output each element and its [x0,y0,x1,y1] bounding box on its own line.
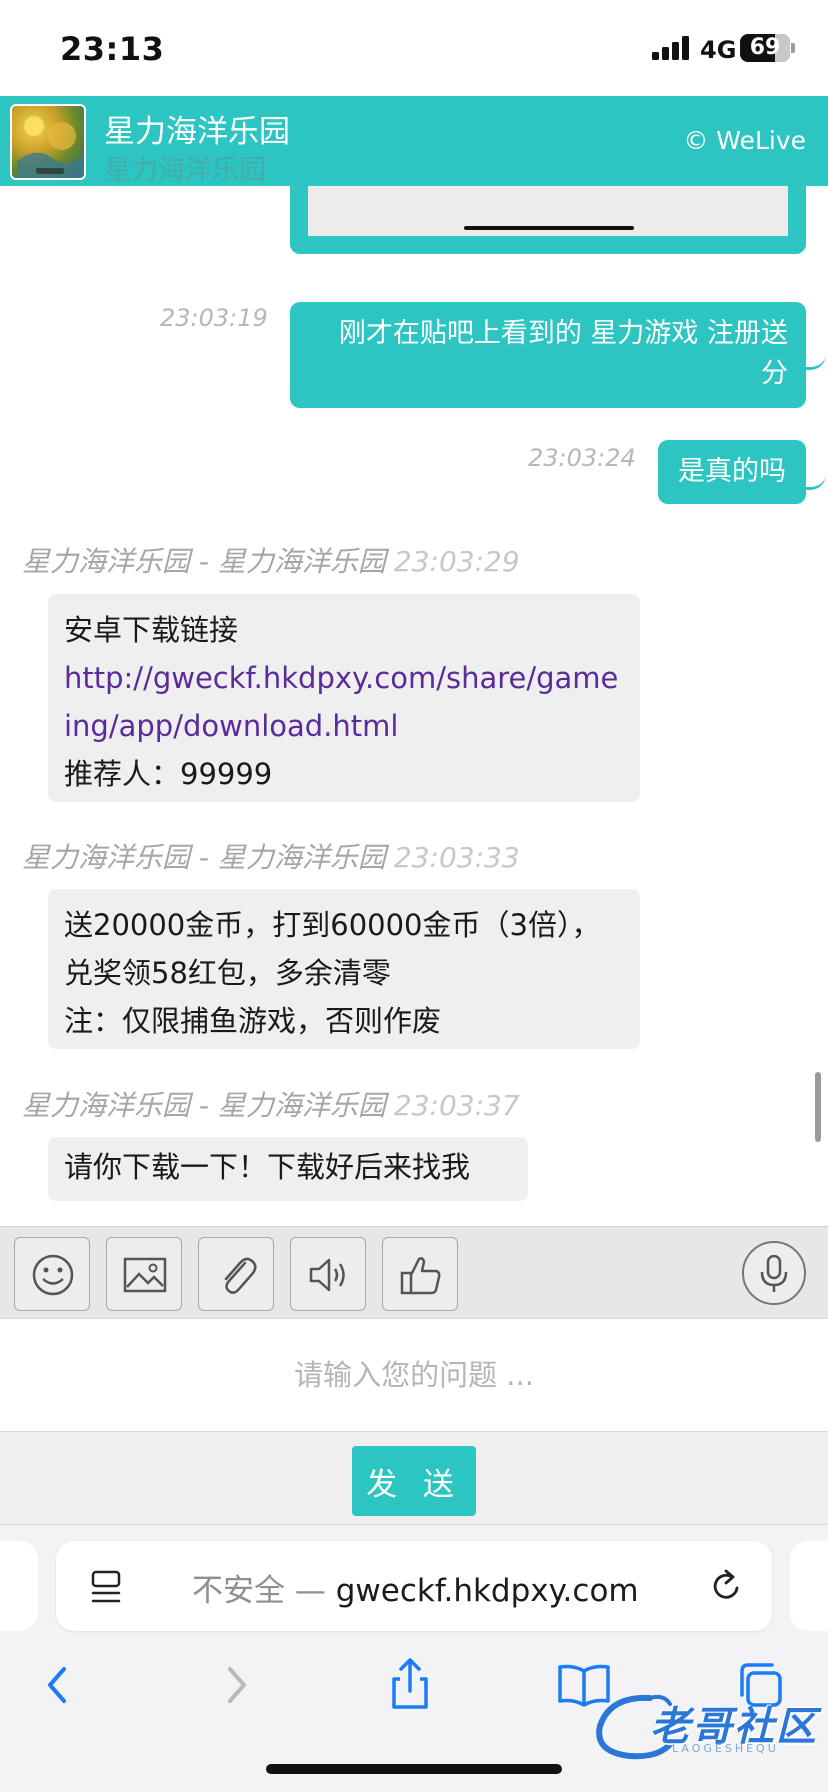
network-type: 4G [700,36,737,64]
chat-subtitle: 星力海洋乐园 [104,155,266,186]
sender-name: 星力海洋乐园 - 星力海洋乐园 [22,545,386,578]
previous-tab-preview[interactable] [0,1541,38,1631]
sender-meta: 星力海洋乐园 - 星力海洋乐园 23:03:29 [22,540,520,580]
sound-button[interactable] [290,1237,366,1311]
like-button[interactable] [382,1237,458,1311]
sent-message-bubble[interactable]: 刚才在贴吧上看到的 星力游戏 注册送分 [290,302,806,408]
message-line: 注：仅限捕鱼游戏，否则作废 [64,1004,442,1038]
download-link[interactable]: http://gweckf.hkdpxy.com/share/gameing/a… [64,654,624,750]
message-line: 请你下载一下！下载好后来找我 [64,1150,471,1184]
address-text[interactable]: 不安全 — gweckf.hkdpxy.com [192,1565,639,1610]
forward-icon[interactable] [206,1655,266,1715]
microphone-icon [760,1255,788,1292]
share-icon[interactable] [380,1655,440,1715]
emoji-button[interactable] [14,1237,90,1311]
message-input-area[interactable] [0,1318,828,1432]
address-bar[interactable]: 不安全 — gweckf.hkdpxy.com [56,1541,772,1631]
received-message-bubble[interactable]: 请你下载一下！下载好后来找我 [48,1137,528,1201]
brand-label[interactable]: © WeLive [683,126,806,155]
message-line: 推荐人：99999 [64,757,273,791]
smiley-icon [32,1254,74,1296]
voice-button[interactable] [742,1241,806,1305]
send-button[interactable]: 发 送 [352,1446,476,1516]
image-message-bar [464,226,634,230]
page-menu-icon[interactable] [90,1569,122,1605]
watermark-logo: 老哥社区 LAOGESHEQU [590,1690,820,1766]
message-input[interactable] [0,1319,828,1431]
status-bar: 23:13 4G 69 [0,0,828,96]
next-tab-preview[interactable] [790,1541,828,1631]
scroll-indicator[interactable] [815,1072,821,1142]
received-message-bubble[interactable]: 安卓下载链接 http://gweckf.hkdpxy.com/share/ga… [48,594,640,802]
sent-message-text: 是真的吗 [678,456,786,487]
message-timestamp: 23:03:29 [393,545,520,578]
send-row: 发 送 [0,1432,828,1524]
sender-name: 星力海洋乐园 - 星力海洋乐园 [22,1089,386,1122]
message-list[interactable]: 23:03:19 刚才在贴吧上看到的 星力游戏 注册送分 23:03:24 是真… [0,186,828,1226]
insecure-label: 不安全 — [192,1573,326,1609]
chat-toolbar [0,1226,828,1318]
back-icon[interactable] [28,1655,88,1715]
reload-icon[interactable] [708,1567,744,1605]
message-timestamp: 23:03:37 [393,1089,520,1122]
game-avatar-icon [10,104,86,180]
message-timestamp: 23:03:33 [393,841,520,874]
status-time: 23:13 [60,30,165,68]
speaker-icon [309,1258,345,1292]
paperclip-icon [224,1257,257,1294]
attach-button[interactable] [198,1237,274,1311]
bubble-tail [806,354,826,370]
image-message-bubble[interactable] [290,186,806,254]
domain-label: gweckf.hkdpxy.com [335,1573,639,1609]
home-indicator[interactable] [266,1764,562,1774]
battery-percent: 69 [749,35,781,60]
message-line: 安卓下载链接 [64,613,239,647]
thumbs-up-icon [400,1257,441,1295]
image-message-content[interactable] [308,186,788,236]
watermark-subtext: LAOGESHEQU [672,1742,779,1755]
chat-header: 星力海洋乐园 星力海洋乐园 © WeLive [0,96,828,186]
sent-message-text: 刚才在贴吧上看到的 星力游戏 注册送分 [338,318,788,389]
bubble-tail [806,474,826,490]
battery-tip [791,43,795,53]
image-icon [123,1257,167,1293]
message-timestamp: 23:03:24 [528,444,636,472]
received-message-bubble[interactable]: 送20000金币，打到60000金币（3倍），兑奖领58红包，多余清零 注：仅限… [48,889,640,1049]
cellular-signal-icon [652,36,689,60]
sent-message-bubble[interactable]: 是真的吗 [658,440,806,504]
chat-title: 星力海洋乐园 [104,114,290,150]
image-button[interactable] [106,1237,182,1311]
sender-meta: 星力海洋乐园 - 星力海洋乐园 23:03:33 [22,836,520,876]
message-line: 送20000金币，打到60000金币（3倍），兑奖领58红包，多余清零 [64,908,601,990]
battery-icon: 69 [740,34,790,62]
sender-meta: 星力海洋乐园 - 星力海洋乐园 23:03:37 [22,1084,520,1124]
message-timestamp: 23:03:19 [160,304,268,332]
sender-name: 星力海洋乐园 - 星力海洋乐园 [22,841,386,874]
